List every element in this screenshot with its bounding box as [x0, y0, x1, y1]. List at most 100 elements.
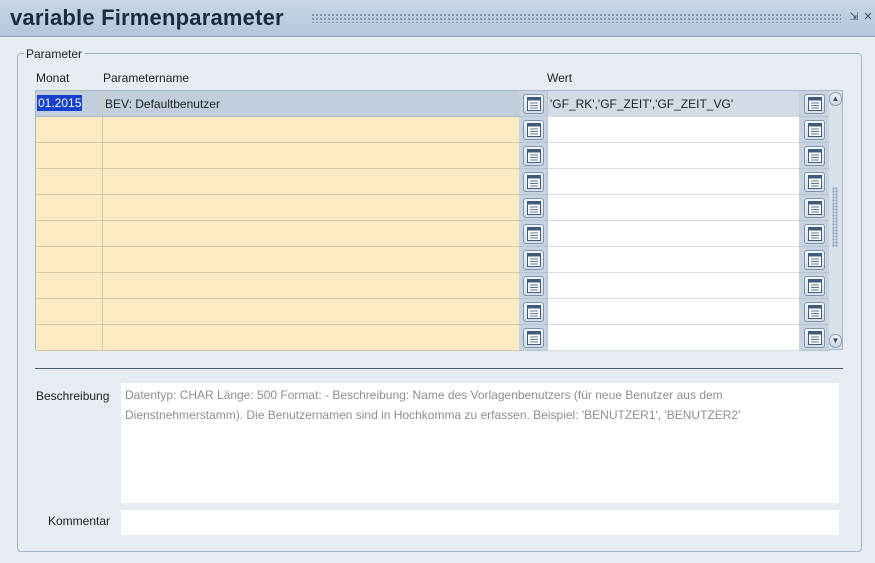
list-icon[interactable]: [523, 146, 544, 166]
group-legend: Parameter: [24, 47, 85, 61]
cell-parameter-lookup: [519, 195, 547, 221]
cell-monat[interactable]: [36, 247, 103, 273]
cell-monat[interactable]: [36, 195, 103, 221]
cell-wert[interactable]: 'GF_RK','GF_ZEIT','GF_ZEIT_VG': [547, 91, 799, 117]
list-icon[interactable]: [804, 328, 825, 348]
cell-wert[interactable]: [547, 299, 799, 325]
cell-wert-lookup: [799, 143, 830, 169]
cell-parameter-lookup: [519, 117, 547, 143]
list-icon[interactable]: [804, 276, 825, 296]
cell-wert-lookup: [799, 195, 830, 221]
column-header-monat: Monat: [36, 71, 70, 85]
parameter-table: 01.2015 BEV: Defaultbenutzer 'GF_RK','GF_Z…: [35, 90, 830, 351]
cell-wert-lookup: [799, 221, 830, 247]
beschreibung-text: Datentyp: CHAR Länge: 500 Format: - Besc…: [121, 383, 839, 503]
table-row[interactable]: 01.2015 BEV: Defaultbenutzer 'GF_RK','GF_Z…: [36, 91, 830, 117]
list-icon[interactable]: [804, 250, 825, 270]
cell-wert-lookup: [799, 299, 830, 325]
cell-monat[interactable]: 01.2015: [36, 91, 103, 117]
monat-value: 01.2015: [37, 95, 83, 111]
cell-wert[interactable]: [547, 221, 799, 247]
scroll-up-icon[interactable]: ▲: [829, 92, 842, 106]
window-title: variable Firmenparameter: [10, 5, 284, 30]
scroll-down-icon[interactable]: ▼: [829, 334, 842, 348]
cell-monat[interactable]: [36, 221, 103, 247]
cell-wert[interactable]: [547, 247, 799, 273]
cell-wert-lookup: [799, 273, 830, 299]
list-icon[interactable]: [804, 94, 825, 114]
table-row[interactable]: [36, 195, 830, 221]
parametername-value: BEV: Defaultbenutzer: [105, 97, 220, 111]
list-icon[interactable]: [523, 224, 544, 244]
cell-wert[interactable]: [547, 169, 799, 195]
cell-parametername[interactable]: [103, 221, 519, 247]
cell-wert-lookup: [799, 325, 830, 351]
table-row[interactable]: [36, 273, 830, 299]
cell-wert[interactable]: [547, 195, 799, 221]
cell-parametername[interactable]: [103, 143, 519, 169]
list-icon[interactable]: [523, 328, 544, 348]
cell-parametername[interactable]: [103, 299, 519, 325]
cell-monat[interactable]: [36, 117, 103, 143]
table-row[interactable]: [36, 169, 830, 195]
cell-parametername[interactable]: BEV: Defaultbenutzer: [103, 91, 519, 117]
cell-monat[interactable]: [36, 325, 103, 351]
title-grip[interactable]: [311, 13, 841, 23]
cell-wert-lookup: [799, 117, 830, 143]
table-row[interactable]: [36, 299, 830, 325]
list-icon[interactable]: [523, 302, 544, 322]
scroll-thumb[interactable]: [832, 187, 838, 247]
separator-line: [35, 368, 843, 369]
list-icon[interactable]: [523, 172, 544, 192]
cell-parameter-lookup: [519, 221, 547, 247]
kommentar-field[interactable]: [121, 510, 839, 535]
cell-parametername[interactable]: [103, 117, 519, 143]
cell-wert-lookup: [799, 169, 830, 195]
list-icon[interactable]: [804, 302, 825, 322]
list-icon[interactable]: [523, 94, 544, 114]
column-header-wert: Wert: [547, 71, 573, 85]
table-row[interactable]: [36, 117, 830, 143]
cell-parameter-lookup: [519, 325, 547, 351]
cell-monat[interactable]: [36, 273, 103, 299]
list-icon[interactable]: [804, 198, 825, 218]
cell-monat[interactable]: [36, 299, 103, 325]
cell-wert[interactable]: [547, 117, 799, 143]
cell-monat[interactable]: [36, 143, 103, 169]
list-icon[interactable]: [804, 172, 825, 192]
table-row[interactable]: [36, 143, 830, 169]
cell-parameter-lookup: [519, 247, 547, 273]
cell-parameter-lookup: [519, 273, 547, 299]
cell-wert[interactable]: [547, 143, 799, 169]
cell-parametername[interactable]: [103, 325, 519, 351]
cell-parametername[interactable]: [103, 169, 519, 195]
table-row[interactable]: [36, 247, 830, 273]
cell-parameter-lookup: [519, 169, 547, 195]
list-icon[interactable]: [804, 146, 825, 166]
minimize-icon[interactable]: ⇲: [848, 11, 860, 23]
list-icon[interactable]: [804, 224, 825, 244]
list-icon[interactable]: [523, 198, 544, 218]
table-row[interactable]: [36, 221, 830, 247]
list-icon[interactable]: [523, 120, 544, 140]
cell-parameter-lookup: [519, 299, 547, 325]
cell-parametername[interactable]: [103, 247, 519, 273]
cell-parameter-lookup: [519, 143, 547, 169]
cell-wert-lookup: [799, 91, 830, 117]
table-scrollbar[interactable]: ▲ ▼: [829, 90, 843, 350]
close-icon[interactable]: ✕: [862, 11, 874, 23]
list-icon[interactable]: [523, 276, 544, 296]
column-header-parametername: Parametername: [103, 71, 190, 85]
list-icon[interactable]: [523, 250, 544, 270]
cell-monat[interactable]: [36, 169, 103, 195]
cell-parametername[interactable]: [103, 273, 519, 299]
kommentar-label: Kommentar: [48, 514, 111, 528]
cell-parameter-lookup: [519, 91, 547, 117]
cell-wert[interactable]: [547, 273, 799, 299]
list-icon[interactable]: [804, 120, 825, 140]
wert-value: 'GF_RK','GF_ZEIT','GF_ZEIT_VG': [550, 97, 734, 111]
cell-wert-lookup: [799, 247, 830, 273]
table-row[interactable]: [36, 325, 830, 351]
cell-parametername[interactable]: [103, 195, 519, 221]
cell-wert[interactable]: [547, 325, 799, 351]
